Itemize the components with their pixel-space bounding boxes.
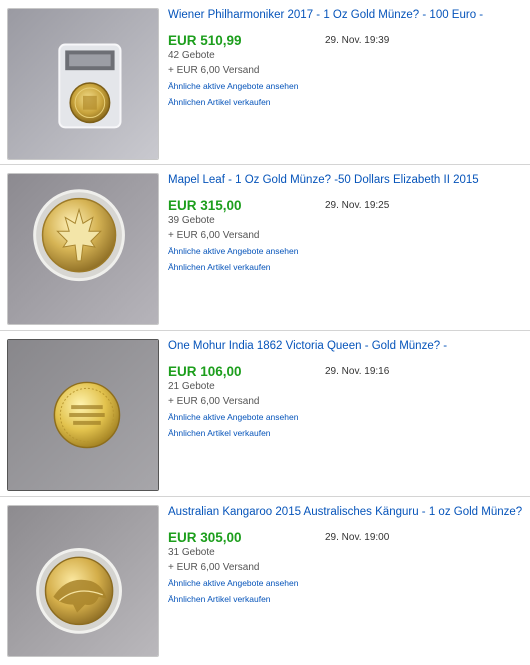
listing-row: Australian Kangaroo 2015 Australisches K…	[0, 497, 530, 663]
listing-title-link[interactable]: Wiener Philharmoniker 2017 - 1 Oz Gold M…	[168, 9, 523, 21]
listing-row: Wiener Philharmoniker 2017 - 1 Oz Gold M…	[0, 0, 530, 165]
listing-bid-count: 31 Gebote	[168, 547, 215, 558]
sell-similar-link[interactable]: Ähnlichen Artikel verkaufen	[168, 97, 271, 107]
listing-thumbnail[interactable]	[7, 339, 159, 491]
listing-shipping-cost: + EUR 6,00 Versand	[168, 562, 260, 573]
listing-thumbnail[interactable]	[7, 505, 159, 657]
listing-title-link[interactable]: Mapel Leaf - 1 Oz Gold Münze? -50 Dollar…	[168, 174, 523, 186]
listing-bid-count: 39 Gebote	[168, 215, 215, 226]
view-similar-active-link[interactable]: Ähnliche aktive Angebote ansehen	[168, 578, 298, 588]
sell-similar-link[interactable]: Ähnlichen Artikel verkaufen	[168, 262, 271, 272]
listing-price: EUR 510,99	[168, 33, 242, 48]
small-gold-coin-icon	[8, 340, 158, 490]
listing-row: One Mohur India 1862 Victoria Queen - Go…	[0, 331, 530, 497]
sell-similar-link[interactable]: Ähnlichen Artikel verkaufen	[168, 428, 271, 438]
view-similar-active-link[interactable]: Ähnliche aktive Angebote ansehen	[168, 412, 298, 422]
listing-shipping-cost: + EUR 6,00 Versand	[168, 65, 260, 76]
kangaroo-coin-icon	[8, 506, 158, 656]
listing-end-date: 29. Nov. 19:00	[325, 532, 390, 543]
coin-in-slab-icon	[8, 9, 158, 159]
listing-title-link[interactable]: One Mohur India 1862 Victoria Queen - Go…	[168, 340, 523, 352]
listing-shipping-cost: + EUR 6,00 Versand	[168, 396, 260, 407]
listing-title-link[interactable]: Australian Kangaroo 2015 Australisches K…	[168, 506, 523, 518]
listing-price: EUR 106,00	[168, 364, 242, 379]
listing-end-date: 29. Nov. 19:16	[325, 366, 390, 377]
listing-end-date: 29. Nov. 19:25	[325, 200, 390, 211]
listing-thumbnail[interactable]	[7, 8, 159, 160]
view-similar-active-link[interactable]: Ähnliche aktive Angebote ansehen	[168, 81, 298, 91]
listing-results: Wiener Philharmoniker 2017 - 1 Oz Gold M…	[0, 0, 530, 663]
listing-shipping-cost: + EUR 6,00 Versand	[168, 230, 260, 241]
listing-thumbnail[interactable]	[7, 173, 159, 325]
listing-price: EUR 305,00	[168, 530, 242, 545]
sell-similar-link[interactable]: Ähnlichen Artikel verkaufen	[168, 594, 271, 604]
listing-price: EUR 315,00	[168, 198, 242, 213]
maple-leaf-coin-icon	[8, 174, 158, 324]
listing-end-date: 29. Nov. 19:39	[325, 35, 390, 46]
listing-row: Mapel Leaf - 1 Oz Gold Münze? -50 Dollar…	[0, 165, 530, 331]
listing-bid-count: 42 Gebote	[168, 50, 215, 61]
view-similar-active-link[interactable]: Ähnliche aktive Angebote ansehen	[168, 246, 298, 256]
listing-bid-count: 21 Gebote	[168, 381, 215, 392]
